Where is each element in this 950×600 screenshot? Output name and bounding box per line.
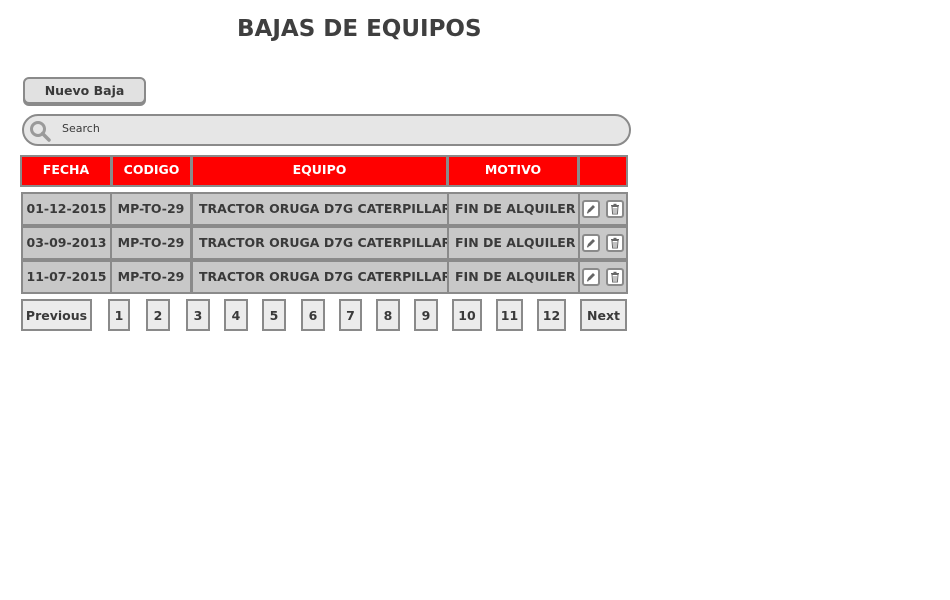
cell-equipo: TRACTOR ORUGA D7G CATERPILLAR xyxy=(191,192,451,226)
search-icon xyxy=(28,119,52,143)
edit-button[interactable] xyxy=(582,234,600,252)
edit-icon xyxy=(586,205,595,214)
pagination-page-9[interactable]: 9 xyxy=(414,299,438,331)
edit-icon xyxy=(586,273,595,282)
cell-equipo: TRACTOR ORUGA D7G CATERPILLAR xyxy=(191,226,451,260)
column-header-fecha[interactable]: FECHA xyxy=(20,155,112,187)
column-header-equipo[interactable]: EQUIPO xyxy=(191,155,448,187)
pagination-page-4[interactable]: 4 xyxy=(224,299,248,331)
delete-button[interactable] xyxy=(606,268,624,286)
cell-motivo: FIN DE ALQUILER xyxy=(447,226,580,260)
cell-equipo: TRACTOR ORUGA D7G CATERPILLAR xyxy=(191,260,451,294)
delete-button[interactable] xyxy=(606,234,624,252)
cell-fecha: 11-07-2015 xyxy=(21,260,112,294)
cell-codigo: MP-TO-29 xyxy=(110,192,192,226)
pagination-page-8[interactable]: 8 xyxy=(376,299,400,331)
cell-motivo: FIN DE ALQUILER xyxy=(447,192,580,226)
cell-fecha: 03-09-2013 xyxy=(21,226,112,260)
cell-codigo: MP-TO-29 xyxy=(110,260,192,294)
pagination-previous-button[interactable]: Previous xyxy=(21,299,92,331)
cell-fecha: 01-12-2015 xyxy=(21,192,112,226)
pagination-page-3[interactable]: 3 xyxy=(186,299,210,331)
search-bar[interactable]: Search xyxy=(22,114,631,146)
cell-codigo: MP-TO-29 xyxy=(110,226,192,260)
edit-button[interactable] xyxy=(582,200,600,218)
pagination-page-10[interactable]: 10 xyxy=(452,299,482,331)
cell-motivo: FIN DE ALQUILER xyxy=(447,260,580,294)
pagination-page-6[interactable]: 6 xyxy=(301,299,325,331)
column-header-motivo[interactable]: MOTIVO xyxy=(447,155,579,187)
trash-icon xyxy=(611,203,619,215)
search-input[interactable]: Search xyxy=(62,122,100,135)
delete-button[interactable] xyxy=(606,200,624,218)
pagination-page-12[interactable]: 12 xyxy=(537,299,566,331)
pagination-page-1[interactable]: 1 xyxy=(108,299,130,331)
pagination-next-button[interactable]: Next xyxy=(580,299,627,331)
pagination-page-7[interactable]: 7 xyxy=(339,299,362,331)
column-header-codigo[interactable]: CODIGO xyxy=(111,155,192,187)
trash-icon xyxy=(611,237,619,249)
pagination-page-5[interactable]: 5 xyxy=(262,299,286,331)
trash-icon xyxy=(611,271,619,283)
edit-icon xyxy=(586,239,595,248)
new-baja-button[interactable]: Nuevo Baja xyxy=(23,77,146,104)
column-header-actions xyxy=(578,155,628,187)
edit-button[interactable] xyxy=(582,268,600,286)
pagination-page-11[interactable]: 11 xyxy=(496,299,523,331)
page-title: BAJAS DE EQUIPOS xyxy=(237,16,482,42)
pagination-page-2[interactable]: 2 xyxy=(146,299,170,331)
